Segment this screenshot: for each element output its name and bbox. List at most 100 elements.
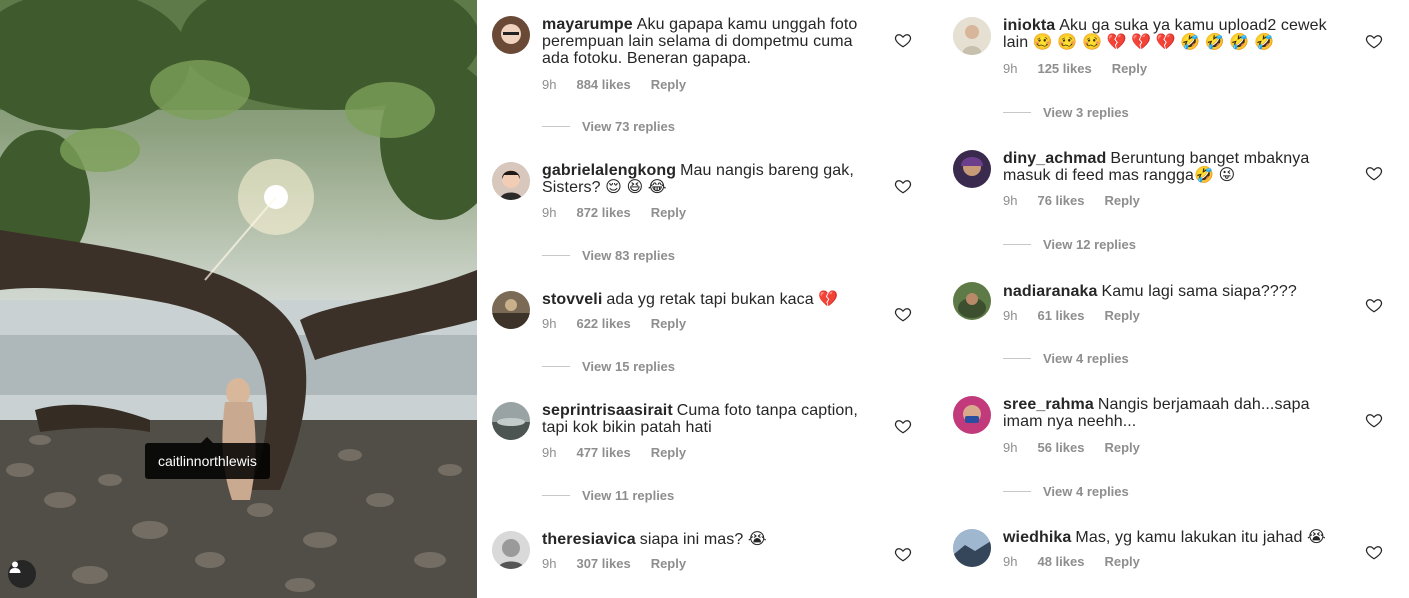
view-replies-label: View 11 replies: [582, 488, 675, 503]
view-replies-button[interactable]: View 4 replies: [1003, 351, 1129, 366]
reply-button[interactable]: Reply: [651, 205, 686, 220]
comment-username[interactable]: theresiavica: [542, 531, 636, 548]
comment-likes[interactable]: 622 likes: [576, 316, 630, 331]
comment-username[interactable]: gabrielalengkong: [542, 162, 676, 179]
view-replies-label: View 73 replies: [582, 119, 675, 134]
user-tag-icon: [9, 561, 21, 573]
comment-username[interactable]: wiedhika: [1003, 529, 1071, 546]
comment-time[interactable]: 9h: [542, 77, 556, 92]
heart-outline-icon[interactable]: [894, 417, 912, 435]
comment-text: iniokta Aku ga suka ya kamu upload2 cewek…: [1003, 17, 1343, 51]
reply-button[interactable]: Reply: [1112, 61, 1147, 76]
reply-button[interactable]: Reply: [1104, 193, 1139, 208]
reply-button[interactable]: Reply: [1104, 440, 1139, 455]
comment-time[interactable]: 9h: [1003, 61, 1017, 76]
photo-user-tag[interactable]: caitlinnorthlewis: [145, 437, 270, 479]
reply-button[interactable]: Reply: [651, 445, 686, 460]
comment-time[interactable]: 9h: [542, 316, 556, 331]
view-replies-label: View 12 replies: [1043, 237, 1136, 252]
heart-outline-icon[interactable]: [894, 545, 912, 563]
user-tag-button[interactable]: [8, 560, 36, 588]
avatar[interactable]: [492, 162, 530, 200]
reply-button[interactable]: Reply: [1104, 554, 1139, 569]
comment-text: mayarumpe Aku gapapa kamu unggah foto per…: [542, 16, 862, 67]
comment-text: stovveli ada yg retak tapi bukan kaca 💔: [542, 291, 882, 308]
comment-username[interactable]: sree_rahma: [1003, 396, 1094, 413]
reply-button[interactable]: Reply: [651, 316, 686, 331]
comment-likes[interactable]: 477 likes: [576, 445, 630, 460]
comment-likes[interactable]: 125 likes: [1037, 61, 1091, 76]
comment-time[interactable]: 9h: [542, 556, 556, 571]
photo-scene: [0, 0, 477, 598]
avatar[interactable]: [953, 396, 991, 434]
comment-time[interactable]: 9h: [542, 205, 556, 220]
comment-likes[interactable]: 76 likes: [1037, 193, 1084, 208]
avatar[interactable]: [953, 529, 991, 567]
comment-username[interactable]: diny_achmad: [1003, 150, 1106, 167]
reply-button[interactable]: Reply: [1104, 308, 1139, 323]
heart-outline-icon[interactable]: [894, 305, 912, 323]
comment-meta: 9h 884 likes Reply: [542, 77, 706, 92]
comment-username[interactable]: iniokta: [1003, 17, 1055, 34]
comment-username[interactable]: seprintrisaasirait: [542, 402, 673, 419]
avatar[interactable]: [492, 291, 530, 329]
heart-outline-icon[interactable]: [1365, 164, 1383, 182]
comment-meta: 9h 76 likes Reply: [1003, 193, 1160, 208]
view-replies-button[interactable]: View 11 replies: [542, 488, 674, 503]
comment-username[interactable]: mayarumpe: [542, 16, 633, 33]
comment-body: Mas, yg kamu lakukan itu jahad 😭: [1075, 529, 1326, 546]
view-replies-label: View 4 replies: [1043, 351, 1129, 366]
comment-text: gabrielalengkong Mau nangis bareng gak, S…: [542, 162, 862, 196]
view-replies-button[interactable]: View 4 replies: [1003, 484, 1129, 499]
heart-outline-icon[interactable]: [1365, 296, 1383, 314]
avatar[interactable]: [953, 17, 991, 55]
view-replies-label: View 3 replies: [1043, 105, 1129, 120]
comment-likes[interactable]: 872 likes: [576, 205, 630, 220]
comment-likes[interactable]: 48 likes: [1037, 554, 1084, 569]
comment-text: diny_achmad Beruntung banget mbaknya masu…: [1003, 150, 1323, 184]
comment-time[interactable]: 9h: [1003, 193, 1017, 208]
reply-button[interactable]: Reply: [651, 77, 686, 92]
comment-meta: 9h 125 likes Reply: [1003, 61, 1167, 76]
post-photo[interactable]: caitlinnorthlewis: [0, 0, 477, 598]
avatar[interactable]: [492, 402, 530, 440]
comment-likes[interactable]: 56 likes: [1037, 440, 1084, 455]
comment-time[interactable]: 9h: [542, 445, 556, 460]
comment-likes[interactable]: 884 likes: [576, 77, 630, 92]
comment-likes[interactable]: 307 likes: [576, 556, 630, 571]
heart-outline-icon[interactable]: [1365, 32, 1383, 50]
heart-outline-icon[interactable]: [894, 177, 912, 195]
view-replies-button[interactable]: View 3 replies: [1003, 105, 1129, 120]
view-replies-label: View 4 replies: [1043, 484, 1129, 499]
comment-text: theresiavica siapa ini mas? 😭: [542, 531, 882, 548]
avatar[interactable]: [953, 150, 991, 188]
comment-body: ada yg retak tapi bukan kaca 💔: [606, 291, 839, 308]
avatar[interactable]: [492, 16, 530, 54]
view-replies-button[interactable]: View 83 replies: [542, 248, 675, 263]
comment-body: Kamu lagi sama siapa????: [1101, 283, 1297, 300]
comment-username[interactable]: nadiaranaka: [1003, 283, 1097, 300]
comment-text: seprintrisaasirait Cuma foto tanpa captio…: [542, 402, 862, 436]
comment-text: nadiaranaka Kamu lagi sama siapa????: [1003, 283, 1343, 300]
view-replies-button[interactable]: View 15 replies: [542, 359, 675, 374]
view-replies-label: View 83 replies: [582, 248, 675, 263]
heart-outline-icon[interactable]: [1365, 543, 1383, 561]
reply-button[interactable]: Reply: [651, 556, 686, 571]
comment-meta: 9h 56 likes Reply: [1003, 440, 1160, 455]
view-replies-button[interactable]: View 73 replies: [542, 119, 675, 134]
comment-meta: 9h 477 likes Reply: [542, 445, 706, 460]
comment-text: wiedhika Mas, yg kamu lakukan itu jahad 😭: [1003, 529, 1343, 546]
comment-time[interactable]: 9h: [1003, 554, 1017, 569]
comment-text: sree_rahma Nangis berjamaah dah...sapa im…: [1003, 396, 1323, 430]
comment-time[interactable]: 9h: [1003, 440, 1017, 455]
avatar[interactable]: [492, 531, 530, 569]
view-replies-label: View 15 replies: [582, 359, 675, 374]
comment-likes[interactable]: 61 likes: [1037, 308, 1084, 323]
comment-meta: 9h 48 likes Reply: [1003, 554, 1160, 569]
view-replies-button[interactable]: View 12 replies: [1003, 237, 1136, 252]
heart-outline-icon[interactable]: [894, 31, 912, 49]
comment-username[interactable]: stovveli: [542, 291, 602, 308]
heart-outline-icon[interactable]: [1365, 411, 1383, 429]
avatar[interactable]: [953, 282, 991, 320]
comment-time[interactable]: 9h: [1003, 308, 1017, 323]
